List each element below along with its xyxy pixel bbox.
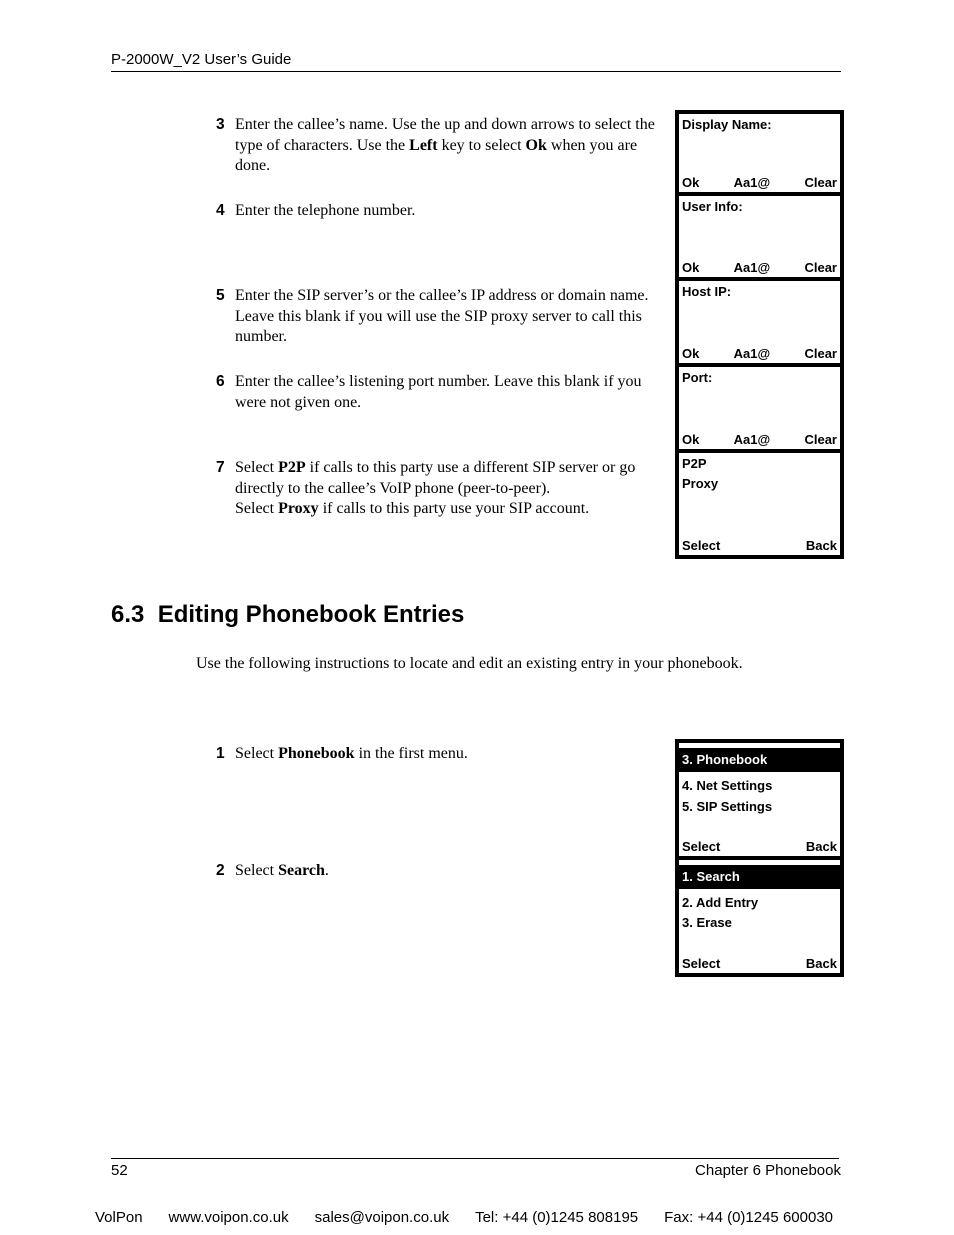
softkey-clear[interactable]: Clear — [804, 260, 837, 275]
step-text-run: Select — [235, 500, 279, 517]
screen-title: User Info: — [682, 199, 743, 214]
company-name: VolPon — [95, 1209, 143, 1226]
menu-item[interactable]: 4. Net Settings — [682, 778, 772, 793]
step-text: Enter the callee’s listening port number… — [235, 372, 676, 413]
telephone: Tel: +44 (0)1245 808195 — [475, 1209, 639, 1226]
softkey-ok[interactable]: Ok — [682, 260, 699, 275]
website-link[interactable]: www.voipon.co.uk — [169, 1209, 289, 1226]
option-p2p[interactable]: P2P — [682, 456, 707, 471]
step-text: Select Phonebook in the first menu. — [235, 744, 676, 765]
emphasized-term: Proxy — [278, 500, 319, 517]
step-number: 6 — [216, 373, 225, 390]
section-intro: Use the following instructions to locate… — [196, 655, 743, 672]
phone-screens-add-entry: Display Name: Ok Aa1@ Clear User Info: O… — [675, 110, 844, 559]
softkey-bar: Select Back — [682, 538, 837, 553]
softkey-ok[interactable]: Ok — [682, 346, 699, 361]
softkey-char-mode[interactable]: Aa1@ — [734, 175, 771, 190]
softkey-bar: Select Back — [682, 839, 837, 854]
step-number: 3 — [216, 116, 225, 133]
softkey-bar: Ok Aa1@ Clear — [682, 260, 837, 275]
softkey-clear[interactable]: Clear — [804, 346, 837, 361]
step-text: Enter the telephone number. — [235, 201, 676, 222]
section-heading: 6.3 Editing Phonebook Entries — [111, 601, 465, 628]
step-number: 4 — [216, 202, 225, 219]
screen-title: Display Name: — [682, 117, 772, 132]
menu-item[interactable]: 5. SIP Settings — [682, 799, 772, 814]
step-text: Select Search. — [235, 861, 676, 882]
step-text-run: Enter the callee’s listening port number… — [235, 373, 642, 411]
step-number: 5 — [216, 287, 225, 304]
emphasized-term: Phonebook — [278, 745, 355, 762]
email-link[interactable]: sales@voipon.co.uk — [315, 1209, 449, 1226]
softkey-clear[interactable]: Clear — [804, 175, 837, 190]
step-6: 6 Enter the callee’s listening port numbe… — [216, 372, 676, 413]
softkey-char-mode[interactable]: Aa1@ — [734, 432, 771, 447]
running-header-title: P-2000W_V2 User’s Guide — [111, 51, 292, 68]
step-text-run: Enter the telephone number. — [235, 202, 416, 219]
emphasized-term: Search — [278, 862, 325, 879]
fax: Fax: +44 (0)1245 600030 — [664, 1209, 833, 1226]
emphasized-term: P2P — [278, 459, 306, 476]
step-5: 5 Enter the SIP server’s or the callee’s … — [216, 286, 676, 348]
screen-p2p-proxy: P2P Proxy Select Back — [679, 453, 840, 555]
softkey-bar: Ok Aa1@ Clear — [682, 175, 837, 190]
step-2: 2 Select Search. — [216, 861, 676, 882]
screen-phonebook-menu: 1. Search 2. Add Entry 3. Erase Select B… — [679, 860, 840, 973]
step-number: 2 — [216, 862, 225, 879]
phone-screens-menu: 3. Phonebook 4. Net Settings 5. SIP Sett… — [675, 739, 844, 977]
screen-display-name: Display Name: Ok Aa1@ Clear — [679, 114, 840, 192]
softkey-back[interactable]: Back — [806, 839, 837, 854]
contact-bar: VolPon www.voipon.co.uk sales@voipon.co.… — [95, 1209, 833, 1226]
screen-port: Port: Ok Aa1@ Clear — [679, 367, 840, 449]
softkey-ok[interactable]: Ok — [682, 432, 699, 447]
footer-rule — [111, 1158, 839, 1159]
chapter-label: Chapter 6 Phonebook — [695, 1162, 841, 1179]
step-text: Select P2P if calls to this party use a … — [235, 458, 676, 520]
softkey-select[interactable]: Select — [682, 956, 720, 971]
step-text: Enter the SIP server’s or the callee’s I… — [235, 286, 676, 348]
softkey-select[interactable]: Select — [682, 538, 720, 553]
softkey-select[interactable]: Select — [682, 839, 720, 854]
screen-user-info: User Info: Ok Aa1@ Clear — [679, 196, 840, 277]
emphasized-term: Left — [409, 136, 438, 154]
option-proxy[interactable]: Proxy — [682, 476, 718, 491]
step-3: 3 Enter the callee’s name. Use the up and… — [216, 115, 676, 177]
softkey-back[interactable]: Back — [806, 956, 837, 971]
menu-item[interactable]: 3. Erase — [682, 915, 732, 930]
menu-item[interactable]: 2. Add Entry — [682, 895, 758, 910]
screen-main-menu: 3. Phonebook 4. Net Settings 5. SIP Sett… — [679, 743, 840, 856]
step-text-run: in the first menu. — [354, 745, 468, 762]
softkey-ok[interactable]: Ok — [682, 175, 699, 190]
step-number: 7 — [216, 459, 225, 476]
screen-host-ip: Host IP: Ok Aa1@ Clear — [679, 281, 840, 363]
step-text-run: key to select — [437, 136, 526, 154]
header-rule — [111, 71, 841, 72]
step-text-run: Select — [235, 459, 279, 476]
step-number: 1 — [216, 745, 225, 762]
step-text: Enter the callee’s name. Use the up and … — [235, 115, 676, 177]
softkey-char-mode[interactable]: Aa1@ — [734, 260, 771, 275]
page-number: 52 — [111, 1162, 128, 1179]
screen-title: Port: — [682, 370, 713, 385]
softkey-clear[interactable]: Clear — [804, 432, 837, 447]
softkey-char-mode[interactable]: Aa1@ — [734, 346, 771, 361]
softkey-bar: Ok Aa1@ Clear — [682, 346, 837, 361]
screen-title: Host IP: — [682, 284, 732, 299]
softkey-bar: Select Back — [682, 956, 837, 971]
step-7: 7 Select P2P if calls to this party use a… — [216, 458, 676, 520]
menu-item-selected[interactable]: 3. Phonebook — [679, 748, 840, 772]
step-text-run: Select — [235, 745, 279, 762]
step-text-run: Enter the SIP server’s or the callee’s I… — [235, 287, 649, 345]
step-text-run: . — [324, 862, 329, 879]
menu-item-selected[interactable]: 1. Search — [679, 865, 840, 889]
step-1: 1 Select Phonebook in the first menu. — [216, 744, 676, 765]
emphasized-term: Ok — [525, 136, 547, 154]
step-text-run: if calls to this party use your SIP acco… — [318, 500, 590, 517]
softkey-bar: Ok Aa1@ Clear — [682, 432, 837, 447]
step-text-run: Select — [235, 862, 279, 879]
step-4: 4 Enter the telephone number. — [216, 201, 676, 222]
softkey-back[interactable]: Back — [806, 538, 837, 553]
